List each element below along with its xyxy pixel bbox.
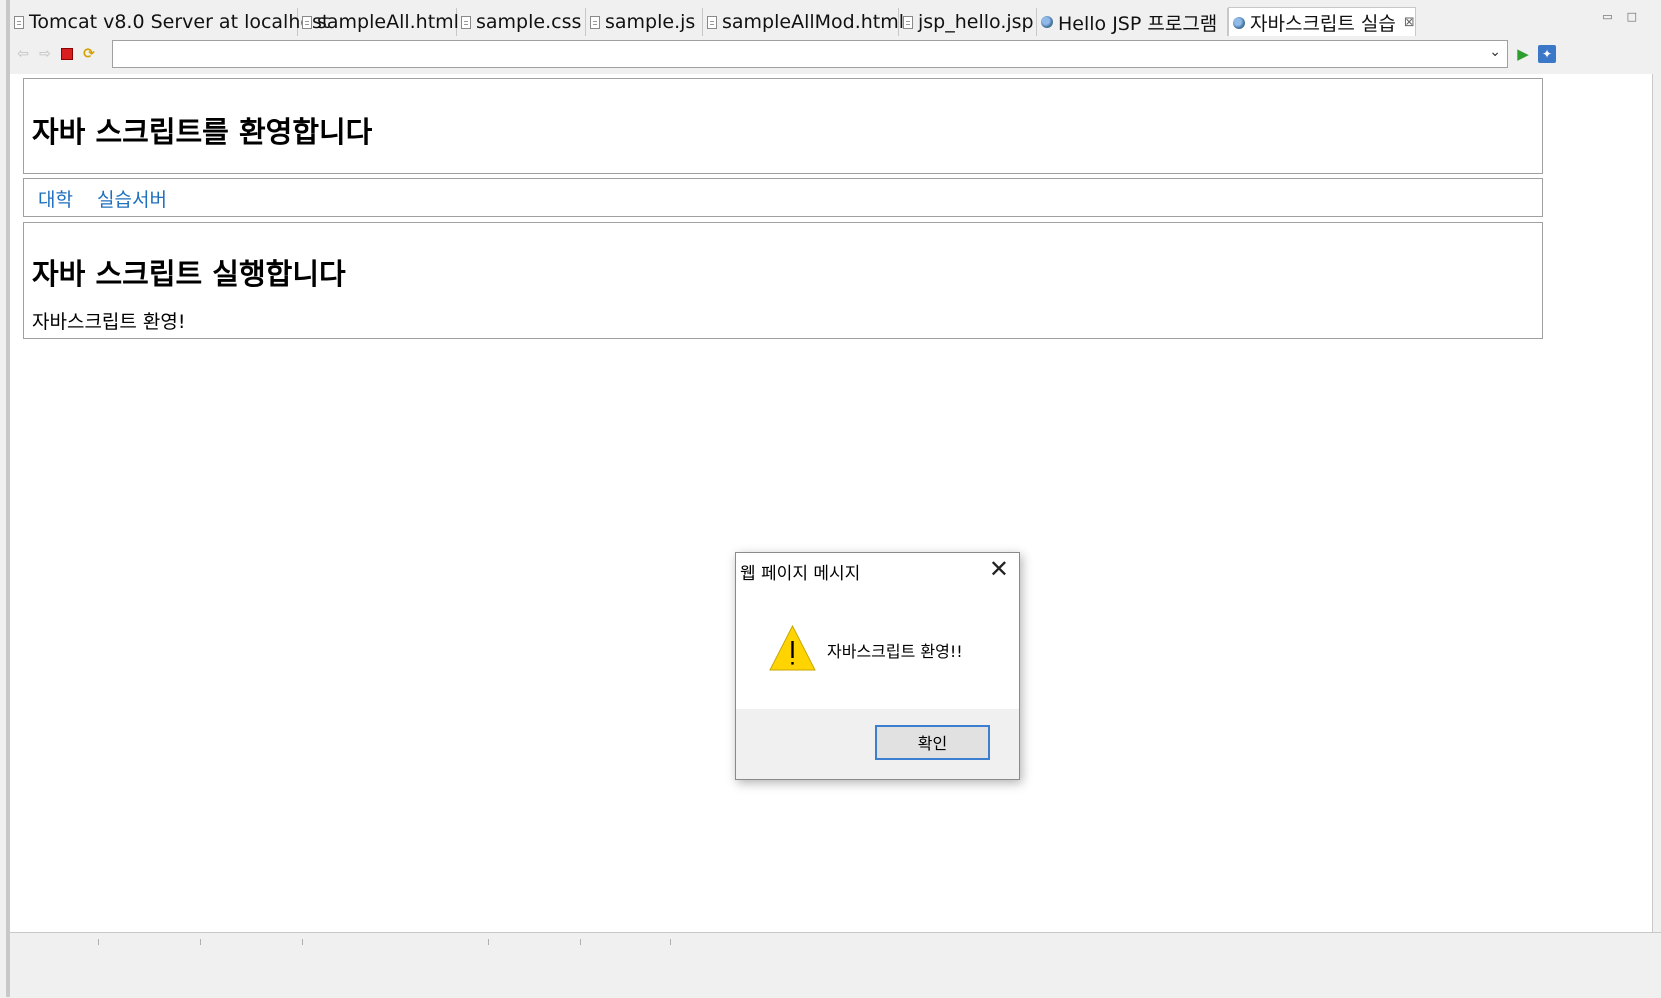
dialog-message: 자바스크립트 환영!! bbox=[827, 642, 963, 661]
page-heading: 자바 스크립트를 환영합니다 bbox=[32, 115, 373, 149]
section-heading: 자바 스크립트 실행합니다 bbox=[32, 257, 346, 291]
editor-tab-bar: Tomcat v8.0 Server at localhost sampleAl… bbox=[10, 4, 1661, 37]
tab-label: 자바스크립트 실습 bbox=[1250, 13, 1396, 35]
tab-sampleall-html[interactable]: sampleAll.html bbox=[298, 8, 459, 36]
dialog-title: 웹 페이지 메시지 bbox=[740, 564, 861, 584]
file-icon bbox=[302, 15, 312, 29]
tab-label: Hello JSP 프로그램 bbox=[1058, 12, 1218, 35]
tab-tomcat-server[interactable]: Tomcat v8.0 Server at localhost bbox=[10, 8, 329, 36]
globe-icon bbox=[1041, 16, 1053, 28]
status-divider bbox=[670, 939, 671, 945]
tab-jsp-hello[interactable]: jsp_hello.jsp bbox=[899, 8, 1037, 36]
back-arrow-icon[interactable]: ⇦ bbox=[14, 45, 32, 63]
nav-link-university[interactable]: 대학 bbox=[38, 189, 73, 211]
status-divider bbox=[488, 939, 489, 945]
status-strip bbox=[10, 932, 1661, 998]
url-input[interactable] bbox=[113, 41, 1485, 65]
tab-label: sampleAll.html bbox=[317, 11, 459, 33]
nav-link-practice-server[interactable]: 실습서버 bbox=[97, 189, 167, 211]
nav-links: 대학 실습서버 bbox=[38, 185, 185, 212]
file-icon bbox=[461, 15, 471, 29]
chevron-down-icon[interactable]: ⌄ bbox=[1489, 44, 1501, 60]
browser-toolbar: ⇦ ⇨ ⟳ ⌄ ▶ ✦ bbox=[10, 36, 1661, 74]
status-divider bbox=[98, 939, 99, 945]
tab-label: Tomcat v8.0 Server at localhost bbox=[29, 11, 330, 33]
url-combobox[interactable]: ⌄ bbox=[112, 40, 1508, 68]
warning-icon bbox=[769, 625, 816, 671]
refresh-icon[interactable]: ⟳ bbox=[80, 45, 98, 63]
section-paragraph: 자바스크립트 환영! bbox=[32, 311, 186, 333]
tab-label: jsp_hello.jsp bbox=[918, 11, 1034, 33]
external-browser-icon[interactable]: ✦ bbox=[1538, 45, 1556, 63]
minimize-icon[interactable]: ▭ bbox=[1602, 10, 1626, 23]
ok-button[interactable]: 확인 bbox=[875, 725, 990, 760]
tab-hello-jsp[interactable]: Hello JSP 프로그램 bbox=[1037, 8, 1228, 36]
view-controls: ▭□ bbox=[1602, 10, 1651, 23]
tab-sample-css[interactable]: sample.css bbox=[457, 8, 586, 36]
status-divider bbox=[200, 939, 201, 945]
server-icon bbox=[14, 15, 24, 29]
status-divider bbox=[302, 939, 303, 945]
tab-javascript-practice[interactable]: 자바스크립트 실습 ⊠ bbox=[1228, 7, 1416, 37]
dialog-footer: 확인 bbox=[736, 709, 1019, 779]
globe-icon bbox=[1233, 16, 1245, 29]
forward-arrow-icon[interactable]: ⇨ bbox=[36, 45, 54, 63]
js-file-icon bbox=[590, 15, 600, 29]
file-icon bbox=[707, 15, 717, 29]
maximize-icon[interactable]: □ bbox=[1627, 10, 1651, 23]
tab-label: sample.css bbox=[476, 11, 582, 33]
stop-icon[interactable] bbox=[58, 45, 76, 63]
tab-label: sample.js bbox=[605, 11, 696, 33]
tab-sample-js[interactable]: sample.js bbox=[586, 8, 703, 36]
browser-viewport: 자바 스크립트를 환영합니다 대학 실습서버 자바 스크립트 실행합니다 자바스… bbox=[10, 74, 1653, 932]
file-icon bbox=[903, 15, 913, 29]
tab-sampleallmod-html[interactable]: sampleAllMod.html bbox=[703, 8, 904, 36]
tab-label: sampleAllMod.html bbox=[722, 11, 905, 33]
go-play-icon[interactable]: ▶ bbox=[1514, 45, 1532, 63]
ide-browser-window: Tomcat v8.0 Server at localhost sampleAl… bbox=[0, 0, 1661, 998]
status-divider bbox=[580, 939, 581, 945]
close-icon[interactable]: ✕ bbox=[989, 555, 1009, 583]
close-tab-icon[interactable]: ⊠ bbox=[1404, 15, 1415, 30]
nav-section: 대학 실습서버 bbox=[23, 178, 1543, 217]
article-section: 자바 스크립트 실행합니다 자바스크립트 환영! bbox=[23, 222, 1543, 339]
header-section: 자바 스크립트를 환영합니다 bbox=[23, 78, 1543, 174]
alert-dialog: 웹 페이지 메시지 ✕ 자바스크립트 환영!! 확인 bbox=[735, 552, 1020, 780]
